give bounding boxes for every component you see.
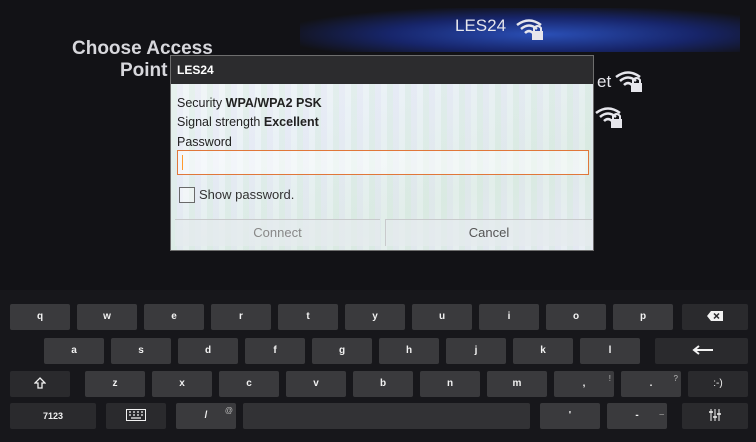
key-h[interactable]: h xyxy=(379,338,439,364)
key-v[interactable]: v xyxy=(286,371,346,397)
android-screen: Choose Access Point LES24 et LES24 Secur… xyxy=(0,0,756,442)
text-caret xyxy=(182,155,183,170)
keyboard-settings-key[interactable] xyxy=(106,403,166,429)
signal-value: Excellent xyxy=(263,115,319,129)
connect-button[interactable]: Connect xyxy=(175,219,380,246)
key-r[interactable]: r xyxy=(211,304,271,330)
shift-key[interactable] xyxy=(10,371,70,397)
key-w[interactable]: w xyxy=(77,304,137,330)
key-slash-label: / xyxy=(204,410,208,421)
key-b[interactable]: b xyxy=(353,371,413,397)
dialog-title: LES24 xyxy=(171,56,593,84)
password-label: Password xyxy=(177,135,232,149)
security-row: Security WPA/WPA2 PSK xyxy=(177,96,322,110)
choose-access-title-line2: Point xyxy=(120,60,168,81)
key-z[interactable]: z xyxy=(85,371,145,397)
space-bar[interactable] xyxy=(243,403,530,429)
key-x[interactable]: x xyxy=(152,371,212,397)
password-input[interactable] xyxy=(177,150,589,175)
key-e[interactable]: e xyxy=(144,304,204,330)
key-comma-hint: ! xyxy=(608,374,611,383)
key-c[interactable]: c xyxy=(219,371,279,397)
on-screen-keyboard: q w e r t y u i o p a s d f g h j k l z … xyxy=(0,290,756,442)
key-dash-hint: _ xyxy=(659,406,664,415)
key-j[interactable]: j xyxy=(446,338,506,364)
key-d[interactable]: d xyxy=(178,338,238,364)
key-s[interactable]: s xyxy=(111,338,171,364)
enter-key[interactable] xyxy=(655,338,748,364)
top-network-ssid[interactable]: LES24 xyxy=(455,16,506,36)
sliders-icon xyxy=(709,409,721,422)
key-n[interactable]: n xyxy=(420,371,480,397)
show-password-label[interactable]: Show password. xyxy=(199,187,294,202)
key-apostrophe[interactable]: ' xyxy=(540,403,600,429)
show-password-checkbox[interactable] xyxy=(179,187,195,203)
key-period[interactable]: . ? xyxy=(621,371,681,397)
enter-arrow-icon xyxy=(691,345,713,356)
key-p[interactable]: p xyxy=(613,304,673,330)
smiley-key[interactable]: :-) xyxy=(688,371,748,397)
key-period-label: . xyxy=(649,378,653,389)
security-label: Security xyxy=(177,96,223,110)
signal-row: Signal strength Excellent xyxy=(177,115,319,129)
key-comma-label: , xyxy=(582,378,586,389)
key-g[interactable]: g xyxy=(312,338,372,364)
wifi-lock-icon xyxy=(595,107,622,128)
network-name-fragment[interactable]: et xyxy=(597,72,611,92)
wifi-lock-icon xyxy=(615,71,642,92)
wifi-lock-icon xyxy=(516,19,543,40)
backspace-key[interactable] xyxy=(682,304,748,330)
numbers-key[interactable]: 7123 xyxy=(10,403,96,429)
cancel-button[interactable]: Cancel xyxy=(385,219,592,246)
key-i[interactable]: i xyxy=(479,304,539,330)
key-dash[interactable]: - _ xyxy=(607,403,667,429)
keyboard-icon xyxy=(126,409,146,422)
security-value: WPA/WPA2 PSK xyxy=(225,96,322,110)
key-o[interactable]: o xyxy=(546,304,606,330)
key-l[interactable]: l xyxy=(580,338,640,364)
key-slash[interactable]: / @ xyxy=(176,403,236,429)
key-dash-label: - xyxy=(635,410,639,421)
key-m[interactable]: m xyxy=(487,371,547,397)
key-slash-hint: @ xyxy=(224,406,233,415)
key-y[interactable]: y xyxy=(345,304,405,330)
key-q[interactable]: q xyxy=(10,304,70,330)
key-k[interactable]: k xyxy=(513,338,573,364)
signal-label: Signal strength xyxy=(177,115,261,129)
backspace-icon xyxy=(707,311,723,322)
key-u[interactable]: u xyxy=(412,304,472,330)
settings-key[interactable] xyxy=(682,403,748,429)
wifi-connect-dialog: LES24 Security WPA/WPA2 PSK Signal stren… xyxy=(170,55,594,251)
key-a[interactable]: a xyxy=(44,338,104,364)
shift-arrow-icon xyxy=(33,377,47,390)
key-comma[interactable]: , ! xyxy=(554,371,614,397)
key-period-hint: ? xyxy=(673,374,678,383)
key-f[interactable]: f xyxy=(245,338,305,364)
key-t[interactable]: t xyxy=(278,304,338,330)
